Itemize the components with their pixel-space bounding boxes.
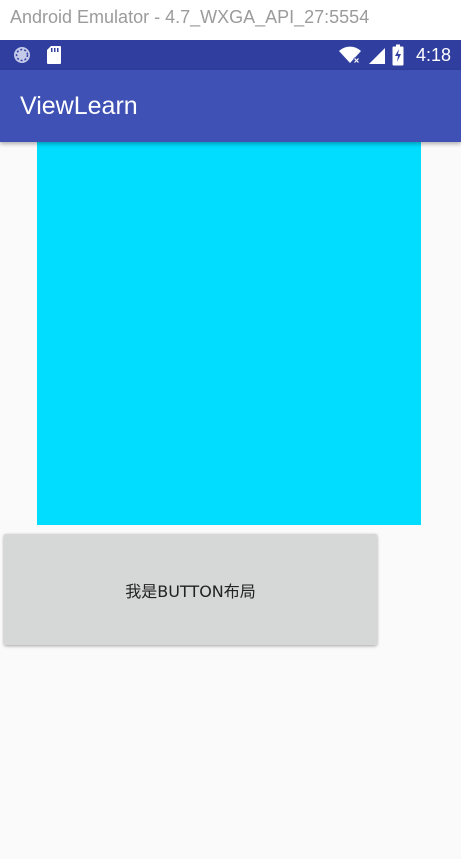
app-title: ViewLearn [20, 92, 138, 120]
cell-signal-icon [368, 45, 386, 65]
status-bar-left-icons [12, 44, 62, 66]
status-bar: 4:18 [0, 40, 461, 70]
app-bar: ViewLearn [0, 70, 461, 142]
status-bar-right-icons: 4:18 [338, 44, 451, 66]
content-area: 我是BUTTON布局 [0, 142, 461, 859]
emulator-window-title: Android Emulator - 4.7_WXGA_API_27:5554 [0, 0, 461, 40]
sync-icon [12, 45, 32, 65]
layout-button[interactable]: 我是BUTTON布局 [4, 534, 377, 645]
wifi-icon [338, 45, 362, 65]
battery-charging-icon [392, 44, 404, 66]
status-time: 4:18 [415, 45, 451, 65]
sd-card-icon [46, 45, 62, 65]
cyan-view [37, 142, 421, 525]
